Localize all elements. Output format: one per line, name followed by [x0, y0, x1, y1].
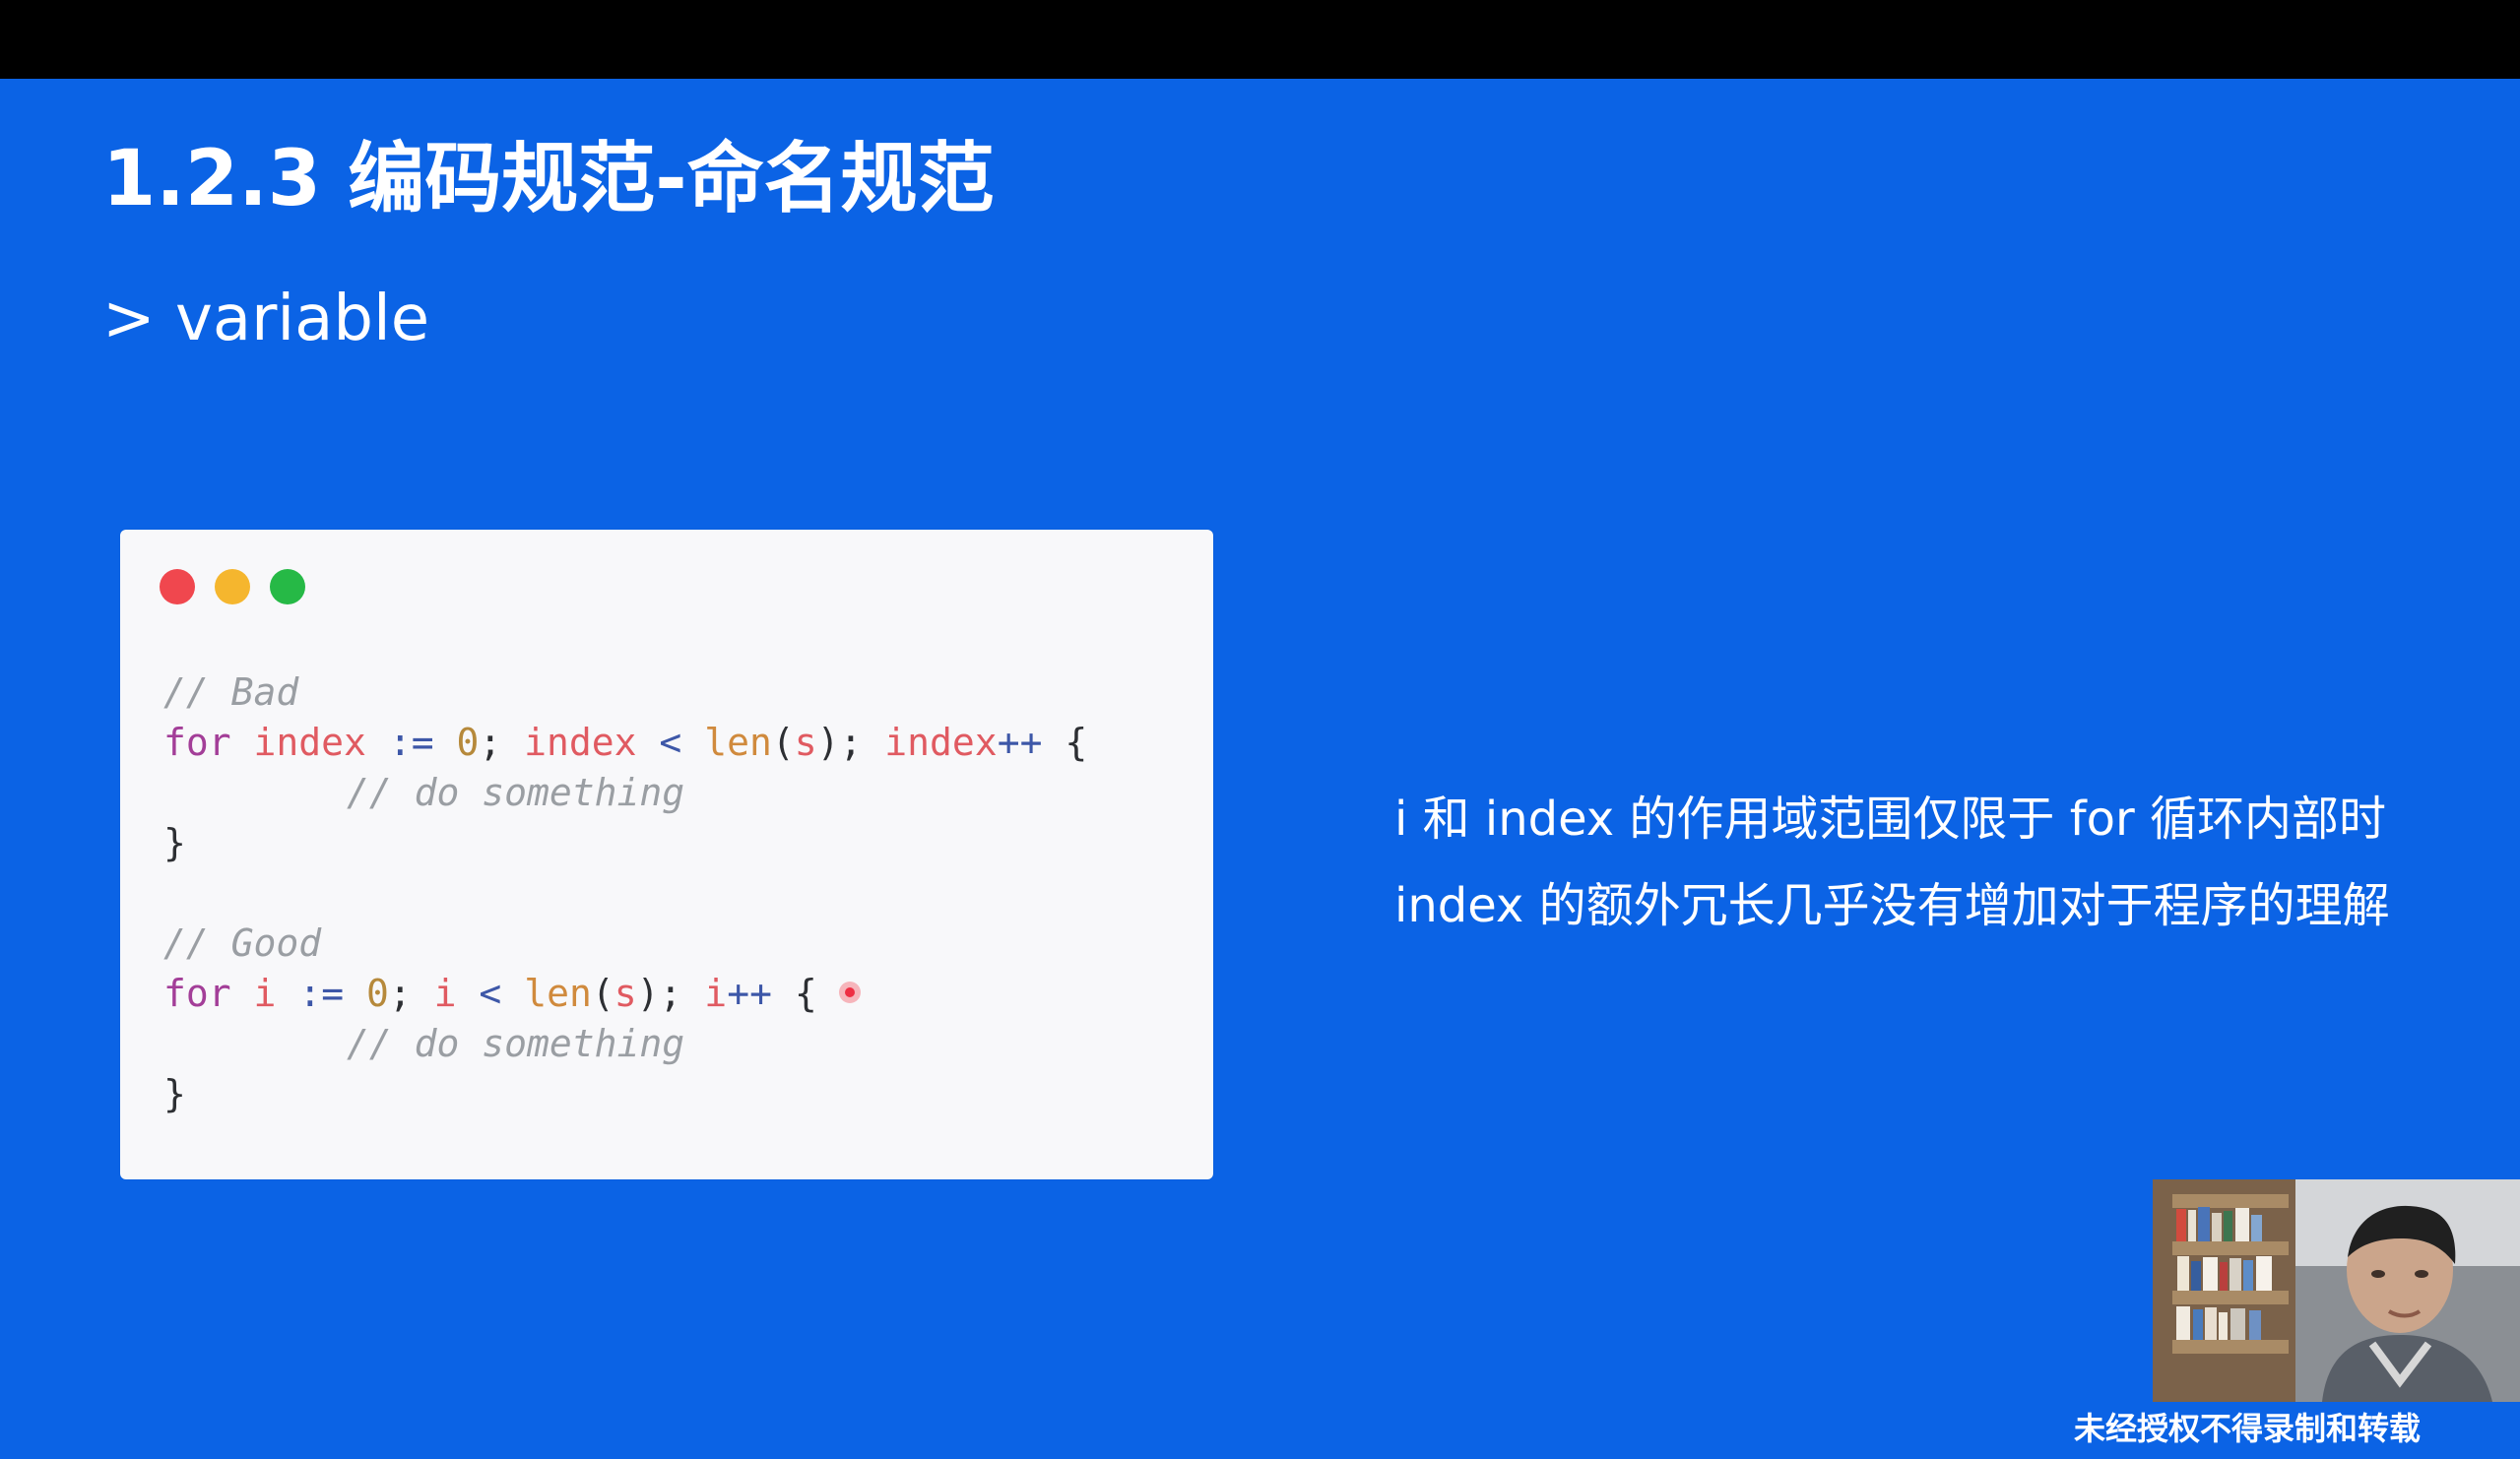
code-line-good-loop: for i := 0; i < len(s); i++ { — [163, 969, 1087, 1019]
laser-pointer-icon — [838, 981, 861, 1003]
code-line-bad-loop: for index := 0; index < len(s); index++ … — [163, 721, 1088, 764]
explanation-text: i 和 index 的作用域范围仅限于 for 循环内部时 index 的额外冗… — [1394, 776, 2488, 949]
video-frame: 1.2.3 编码规范-命名规范 > variable // Bad for ind… — [0, 0, 2520, 1459]
maximize-dot-icon — [270, 569, 305, 604]
section-label: > variable — [102, 283, 430, 355]
code-block: // Bad for index := 0; index < len(s); in… — [163, 667, 1087, 1119]
watermark-text: 未经授权不得录制和转载 — [2074, 1410, 2422, 1447]
code-line-good-comment: // Good — [163, 921, 322, 965]
close-dot-icon — [160, 569, 195, 604]
slide-title: 1.2.3 编码规范-命名规范 — [102, 135, 995, 223]
explanation-line-2: index 的额外冗长几乎没有增加对于程序的理解 — [1394, 878, 2390, 933]
code-line-good-body: // do something — [347, 1022, 685, 1065]
code-window: // Bad for index := 0; index < len(s); in… — [120, 530, 1213, 1179]
presentation-slide: 1.2.3 编码规范-命名规范 > variable // Bad for ind… — [0, 79, 2520, 1459]
presenter-webcam — [2153, 1179, 2520, 1402]
explanation-line-1: i 和 index 的作用域范围仅限于 for 循环内部时 — [1394, 792, 2386, 847]
code-line-bad-close: } — [163, 821, 186, 864]
minimize-dot-icon — [215, 569, 250, 604]
presenter-video-icon — [2153, 1179, 2520, 1402]
window-controls — [160, 569, 305, 604]
code-line-bad-comment: // Bad — [163, 670, 299, 714]
code-line-bad-body: // do something — [347, 771, 685, 814]
code-line-good-close: } — [163, 1072, 186, 1115]
